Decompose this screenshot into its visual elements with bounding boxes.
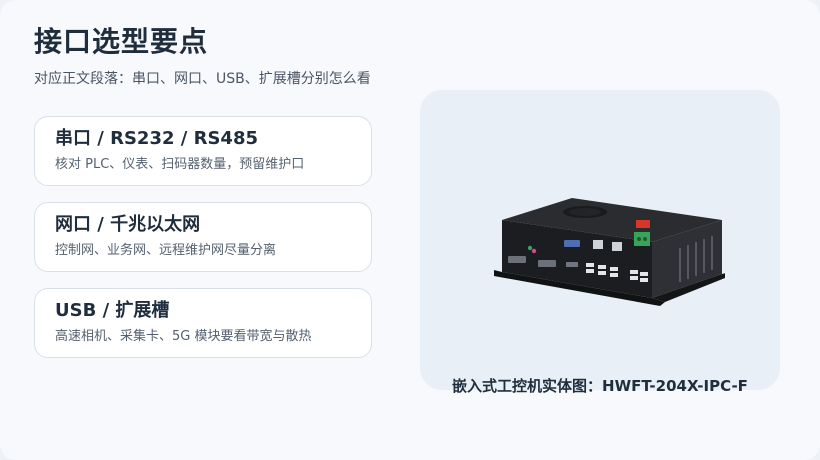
device-image-panel: 嵌入式工控机实体图：HWFT-204X-IPC-F (420, 90, 780, 395)
card-title: USB / 扩展槽 (55, 300, 170, 321)
power-terminal (634, 232, 650, 246)
slide: 接口选型要点 对应正文段落：串口、网口、USB、扩展槽分别怎么看 串口 / RS… (0, 0, 820, 460)
lan-port-1 (593, 240, 603, 249)
page-subtitle: 对应正文段落：串口、网口、USB、扩展槽分别怎么看 (34, 71, 371, 87)
card-description: 核对 PLC、仪表、扫码器数量，预留维护口 (55, 157, 305, 172)
card-usb-expansion: USB / 扩展槽 高速相机、采集卡、5G 模块要看带宽与散热 (34, 288, 372, 358)
lan-port-2 (612, 242, 622, 251)
image-caption: 嵌入式工控机实体图：HWFT-204X-IPC-F (452, 377, 748, 395)
card-title: 串口 / RS232 / RS485 (55, 128, 259, 149)
serial-port-2 (538, 260, 556, 267)
hdmi-port (566, 262, 578, 267)
card-network-port: 网口 / 千兆以太网 控制网、业务网、远程维护网尽量分离 (34, 202, 372, 272)
power-button (636, 220, 650, 228)
page-title: 接口选型要点 (34, 25, 209, 58)
vga-port (564, 240, 580, 247)
card-description: 高速相机、采集卡、5G 模块要看带宽与散热 (55, 329, 312, 344)
industrial-pc-image (494, 198, 725, 306)
serial-port-1 (508, 256, 526, 263)
card-serial-port: 串口 / RS232 / RS485 核对 PLC、仪表、扫码器数量，预留维护口 (34, 116, 372, 186)
card-title: 网口 / 千兆以太网 (55, 214, 201, 235)
card-description: 控制网、业务网、远程维护网尽量分离 (55, 243, 277, 258)
